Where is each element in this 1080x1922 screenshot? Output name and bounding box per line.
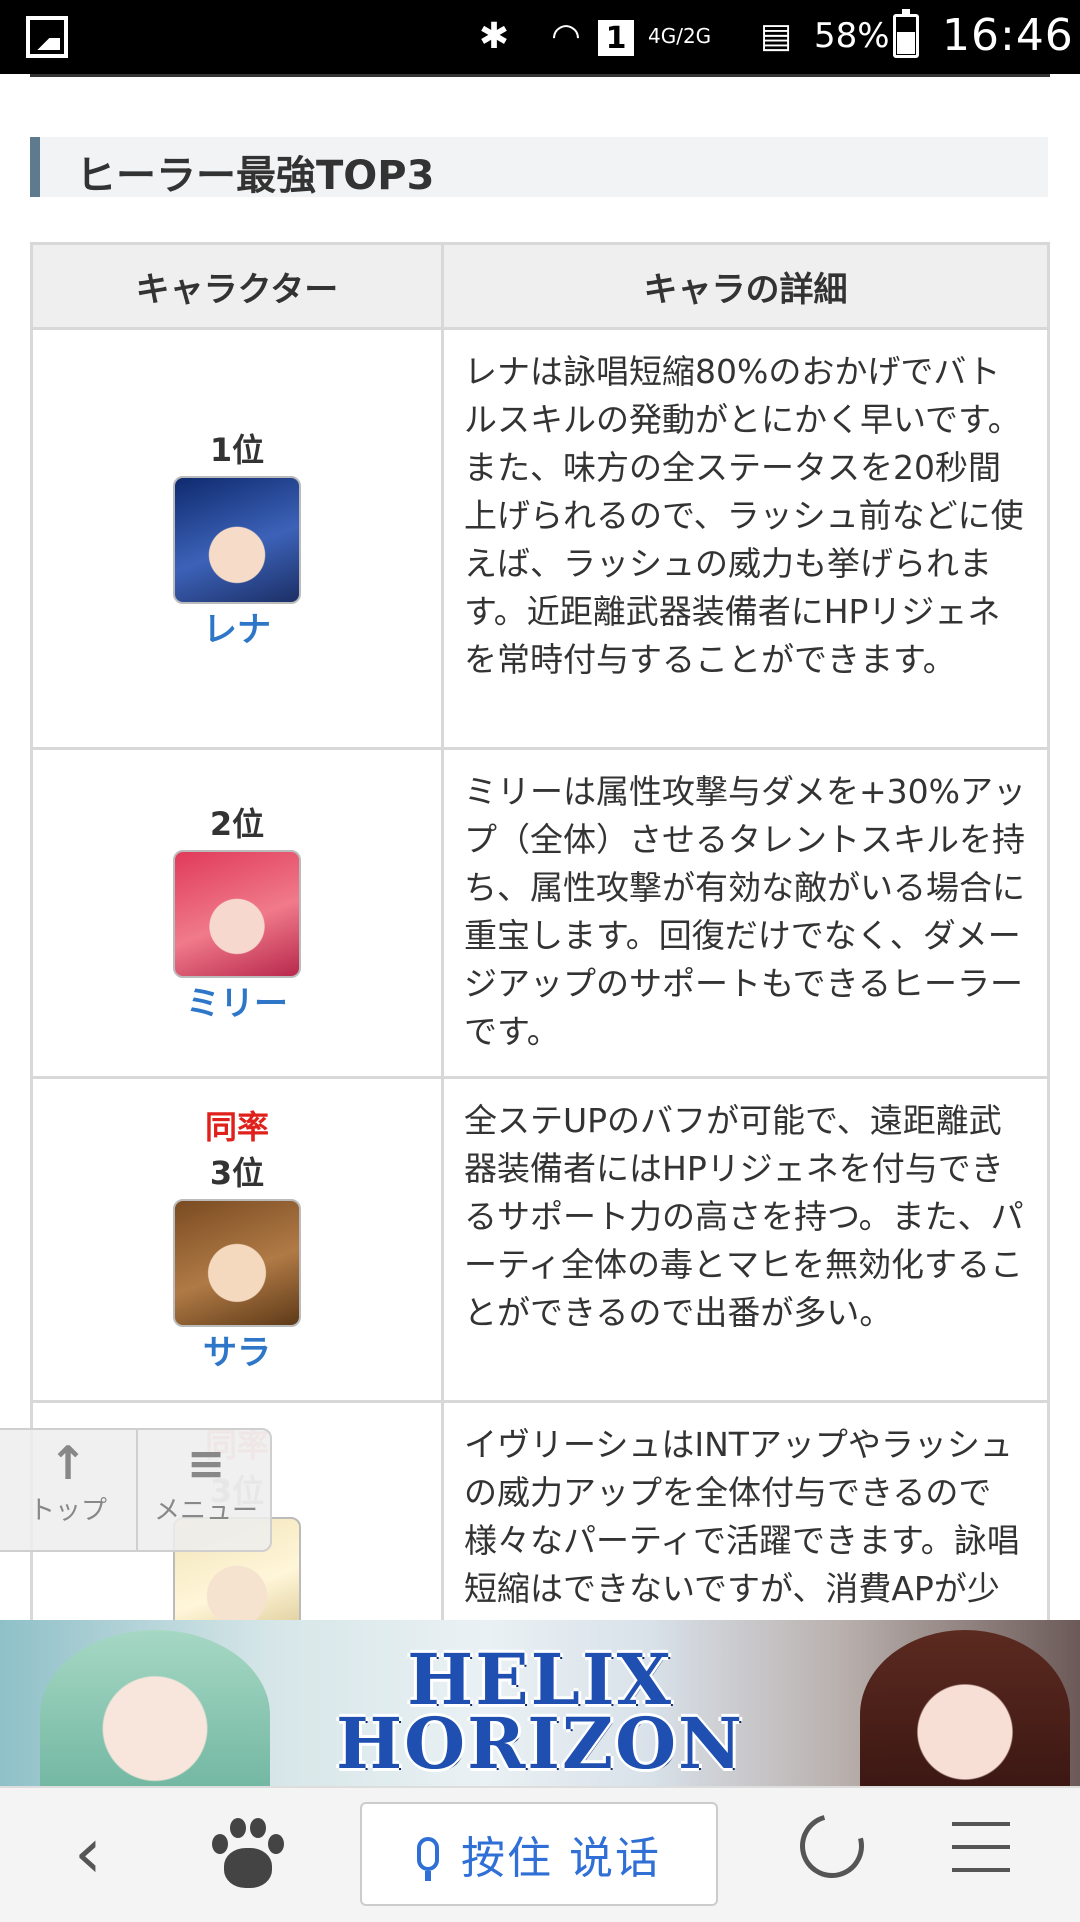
character-link[interactable]: レナ [34,608,440,652]
sim-icon: 1 [598,20,634,56]
battery-percent: 58% [814,16,890,56]
column-header-character: キャラクター [30,242,444,330]
hamburger-icon: ≡ [186,1436,226,1490]
status-bar: ✱ ◠ 1 4G/2G ▤ 58% 16:46 [0,0,1080,74]
menu-label: メニュー [153,1496,258,1526]
baidu-paw-icon[interactable] [210,1818,284,1892]
table-row: 1位 レナ レナは詠唱短縮80%のおかげでバトルスキルの発動がとにかく早いです。… [30,327,1050,750]
description-cell: 全ステUPのバフが可能で、遠距離武器装備者にはHPリジェネを付与できるサポート力… [441,1076,1050,1403]
ad-banner[interactable]: HELIX HORIZON [0,1620,1080,1786]
column-header-details: キャラの詳細 [441,242,1050,330]
sd-card-icon: ▤ [759,16,793,56]
rank-label: 1位 [209,430,265,469]
rena-avatar[interactable] [173,475,301,604]
rank-label: 3位 [209,1153,265,1192]
voice-input-button[interactable]: 按住 说话 [360,1802,718,1906]
bluetooth-icon: ✱ [478,15,510,57]
arrow-up-icon: ↑ [48,1436,88,1490]
wifi-icon: ◠ [551,16,581,56]
floating-nav: ↑ トップ ≡ メニュー [0,1428,272,1552]
character-link[interactable]: ミリー [34,982,440,1026]
rank-label: 2位 [209,805,265,843]
back-to-top-button[interactable]: ↑ トップ [0,1430,136,1550]
table-row: 同率 3位 サラ 全ステUPのバフが可能で、遠距離武器装備者にはHPリジェネを付… [30,1076,1050,1403]
character-cell: 同率 3位 サラ [30,1076,444,1403]
character-link[interactable]: サラ [34,1331,440,1375]
description-cell: レナは詠唱短縮80%のおかげでバトルスキルの発動がとにかく早いです。また、味方の… [441,327,1050,750]
section-title: ヒーラー最強TOP3 [76,153,435,199]
menu-icon[interactable] [952,1822,1010,1891]
divider [30,74,1050,77]
gallery-notification-icon [26,16,68,58]
cell-signal-icon: 4G/2G [648,24,712,48]
table-row: 2位 ミリー ミリーは属性攻撃与ダメを+30%アップ（全体）させるタレントスキル… [30,747,1050,1079]
refresh-icon[interactable] [788,1802,876,1890]
browser-toolbar: ‹ 按住 说话 [0,1786,1080,1922]
mily-avatar[interactable] [173,850,301,978]
voice-input-label: 按住 说话 [461,1833,661,1884]
ad-title-line2: HORIZON [335,1702,745,1785]
sara-avatar[interactable] [173,1198,301,1327]
table-header-row: キャラクター キャラの詳細 [30,242,1050,330]
description-cell: ミリーは属性攻撃与ダメを+30%アップ（全体）させるタレントスキルを持ち、属性攻… [441,747,1050,1079]
microphone-icon [417,1837,439,1881]
character-cell: 2位 ミリー [30,747,444,1079]
section-heading: ヒーラー最強TOP3 [30,137,1048,199]
back-arrow-icon[interactable]: ‹ [74,1818,144,1888]
clock: 16:46 [942,10,1074,61]
battery-icon [893,9,919,58]
menu-button[interactable]: ≡ メニュー [136,1430,274,1550]
character-cell: 1位 レナ [30,327,444,750]
tie-label: 同率 [204,1107,269,1146]
top-label: トップ [28,1496,107,1526]
